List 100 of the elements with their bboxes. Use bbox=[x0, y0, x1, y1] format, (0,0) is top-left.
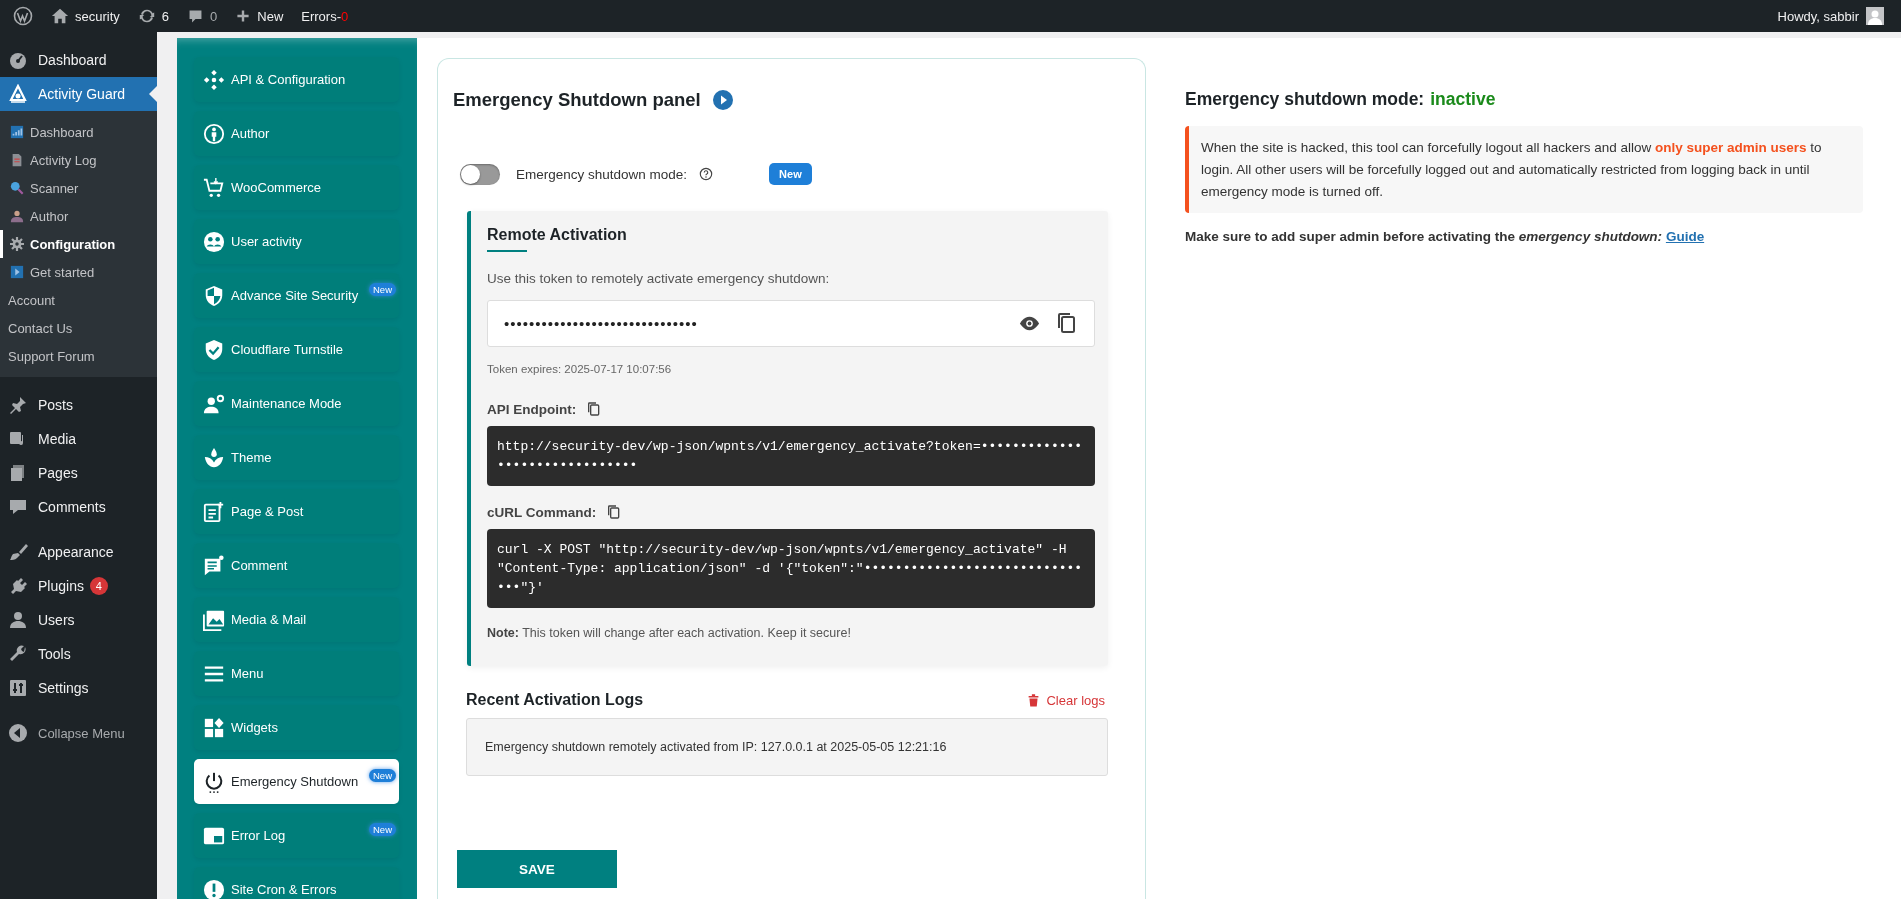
document-icon bbox=[10, 153, 24, 167]
new-badge: New bbox=[369, 769, 396, 782]
sync-icon bbox=[137, 7, 156, 25]
nav-item[interactable]: API & Configuration bbox=[194, 57, 399, 102]
nav-item[interactable]: Advance Site Security New bbox=[194, 273, 399, 318]
nav-item[interactable]: Comment bbox=[194, 543, 399, 588]
log-entry: Emergency shutdown remotely activated from IP: 127.0.0.1 at 2025-05-05 12:21:16 bbox=[485, 740, 948, 754]
submenu-item[interactable]: Dashboard bbox=[0, 118, 157, 146]
dashboard-icon bbox=[8, 50, 28, 70]
nav-item[interactable]: Emergency Shutdown New bbox=[194, 759, 399, 804]
play-video-icon[interactable] bbox=[712, 90, 733, 110]
new-badge: New bbox=[369, 823, 396, 836]
shield-icon bbox=[203, 284, 225, 307]
home-icon bbox=[51, 7, 69, 25]
nav-item[interactable]: Author bbox=[194, 111, 399, 156]
toggle-switch[interactable] bbox=[460, 163, 500, 185]
save-button[interactable]: SAVE bbox=[457, 850, 617, 888]
sidebar-item[interactable]: Tools bbox=[0, 637, 157, 671]
sidebar-item[interactable]: Comments bbox=[0, 490, 157, 524]
sidebar-item[interactable]: Dashboard bbox=[0, 43, 157, 77]
site-link[interactable]: security bbox=[42, 0, 129, 32]
sidebar-item[interactable]: Posts bbox=[0, 388, 157, 422]
collapse-icon bbox=[8, 723, 28, 743]
nav-item[interactable]: Cloudflare Turnstile bbox=[194, 327, 399, 372]
person-circle-icon bbox=[203, 122, 225, 145]
section-heading: Remote Activation bbox=[487, 226, 627, 252]
person-icon bbox=[10, 209, 24, 223]
comment-lines-icon bbox=[203, 554, 225, 577]
field-label: API Endpoint: bbox=[487, 401, 577, 417]
sidebar-item[interactable]: Settings bbox=[0, 671, 157, 705]
token-description: Use this token to remotely activate emergency shutdown: bbox=[487, 271, 831, 286]
submenu-item[interactable]: Support Forum bbox=[0, 342, 157, 370]
avatar-icon bbox=[1866, 7, 1884, 25]
guide-link[interactable]: Guide bbox=[1665, 229, 1705, 244]
cart-icon bbox=[203, 176, 225, 199]
chart-icon bbox=[10, 125, 24, 139]
clear-logs-link[interactable]: Clear logs bbox=[1027, 692, 1105, 708]
sidebar-item[interactable]: Activity Guard bbox=[0, 77, 157, 111]
nav-item[interactable]: Menu bbox=[194, 651, 399, 696]
arrows-icon bbox=[203, 68, 225, 91]
shield-check-icon bbox=[203, 338, 225, 361]
brush-icon bbox=[8, 542, 28, 562]
code-block: http://security-dev/wp-json/wpnts/v1/emergency_activate?token=••••••••••••••••••••••••••••••• bbox=[487, 426, 1095, 486]
collapse-menu-button[interactable]: Collapse Menu bbox=[0, 716, 157, 750]
trash-icon bbox=[1027, 693, 1041, 707]
toggle-label: Emergency shutdown mode: bbox=[516, 166, 688, 182]
submenu-item[interactable]: Contact Us bbox=[0, 314, 157, 342]
token-expiry: Token expires: 2025-07-17 10:07:56 bbox=[487, 363, 673, 375]
new-content-link[interactable]: New bbox=[226, 0, 293, 32]
status-value: inactive bbox=[1430, 89, 1496, 110]
section-heading: Recent Activation Logs bbox=[466, 691, 644, 709]
gear-icon bbox=[10, 237, 24, 251]
new-badge: New bbox=[369, 283, 396, 296]
nav-item[interactable]: Media & Mail bbox=[194, 597, 399, 642]
code-block: curl -X POST "http://security-dev/wp-json/wpnts/v1/emergency_activate" -H "Content-Type: application/json" -d '{"token":"•••••••••••••••••••••••••••••••"}' bbox=[487, 529, 1095, 608]
nav-item[interactable]: Maintenance Mode bbox=[194, 381, 399, 426]
account-link[interactable]: Howdy, sabbir bbox=[1768, 0, 1893, 32]
drop-icon bbox=[203, 446, 225, 469]
sidebar-item[interactable]: Users bbox=[0, 603, 157, 637]
widgets-icon bbox=[203, 716, 225, 739]
sidebar-item[interactable]: Appearance bbox=[0, 535, 157, 569]
submenu-item[interactable]: Configuration bbox=[0, 230, 157, 258]
sliders-icon bbox=[8, 678, 28, 698]
users-circle-icon bbox=[203, 230, 225, 253]
nav-item[interactable]: Page & Post bbox=[194, 489, 399, 534]
pin-icon bbox=[8, 395, 28, 415]
worker-gear-icon bbox=[203, 392, 225, 415]
status-label: Emergency shutdown mode: bbox=[1185, 89, 1425, 110]
note-plus-icon bbox=[203, 500, 225, 523]
power-icon bbox=[203, 770, 225, 793]
submenu-item[interactable]: Activity Log bbox=[0, 146, 157, 174]
sidebar-item[interactable]: Plugins 4 bbox=[0, 569, 157, 603]
panel-title: Emergency Shutdown panel bbox=[453, 89, 701, 111]
images-icon bbox=[203, 608, 225, 631]
nav-item[interactable]: WooCommerce bbox=[194, 165, 399, 210]
count-badge: 4 bbox=[89, 577, 108, 595]
new-badge: New bbox=[769, 163, 812, 185]
wrench-icon bbox=[8, 644, 28, 664]
user-icon bbox=[8, 610, 28, 630]
nav-item[interactable]: User activity bbox=[194, 219, 399, 264]
security-note: Note: This token will change after each activation. Keep it secure! bbox=[487, 626, 852, 640]
submenu-item[interactable]: Author bbox=[0, 202, 157, 230]
comments-link[interactable]: 0 bbox=[178, 0, 227, 32]
submenu-item[interactable]: Account bbox=[0, 286, 157, 314]
nav-item[interactable]: Site Cron & Errors bbox=[194, 867, 399, 899]
errors-link[interactable]: Errors-0 bbox=[292, 0, 358, 32]
sidebar-item[interactable]: Pages bbox=[0, 456, 157, 490]
submenu-item[interactable]: Get started bbox=[0, 258, 157, 286]
submenu-item[interactable]: Scanner bbox=[0, 174, 157, 202]
nav-item[interactable]: Error Log New bbox=[194, 813, 399, 858]
token-field[interactable]: ••••••••••••••••••••••••••••••• bbox=[487, 300, 1095, 347]
warning-message: When the site is hacked, this tool can forcefully logout all hackers and allow only super admin users to login. All other users will be forcefully logged out and automatically restricted from logging back in until emergency mode is turned off. bbox=[1185, 126, 1863, 213]
updates-link[interactable]: 6 bbox=[128, 0, 179, 32]
help-icon[interactable] bbox=[699, 167, 714, 181]
play-icon bbox=[10, 265, 24, 279]
sidebar-item[interactable]: Media bbox=[0, 422, 157, 456]
admin-note: Make sure to add super admin before activating the emergency shutdown: Guide bbox=[1185, 229, 1706, 244]
nav-item[interactable]: Theme bbox=[194, 435, 399, 480]
nav-item[interactable]: Widgets bbox=[194, 705, 399, 750]
magnifier-icon bbox=[10, 181, 24, 195]
